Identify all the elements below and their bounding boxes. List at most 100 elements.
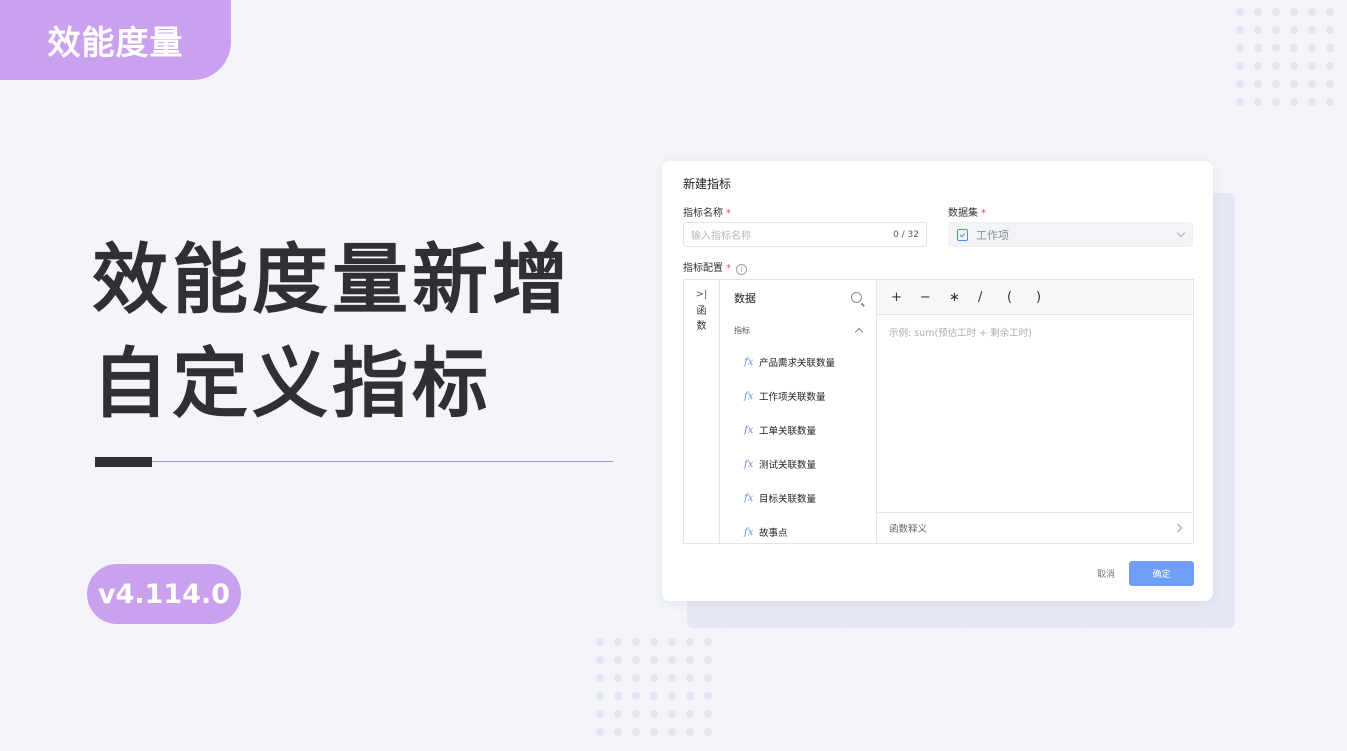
cancel-button[interactable]: 取消 — [1087, 561, 1125, 586]
decorative-dot — [596, 728, 604, 736]
data-title: 数据 — [734, 291, 756, 305]
decorative-dot — [1236, 98, 1244, 106]
decorative-dot — [1308, 62, 1316, 70]
decorative-dot — [614, 674, 622, 682]
decorative-dot — [614, 710, 622, 718]
decorative-dot — [686, 710, 694, 718]
decorative-dot — [1290, 80, 1298, 88]
metric-group-header[interactable]: 指标 — [720, 315, 876, 345]
search-icon[interactable] — [851, 292, 862, 303]
list-item[interactable]: fx 故事点 — [720, 515, 876, 549]
list-item[interactable]: fx 工作项关联数量 — [720, 379, 876, 413]
decorative-dot — [1272, 98, 1280, 106]
info-icon[interactable]: i — [736, 264, 747, 275]
operator-toolbar: + − ∗ / ( ) — [877, 280, 1193, 315]
list-item[interactable]: fx 目标关联数量 — [720, 481, 876, 515]
decorative-dot — [1308, 80, 1316, 88]
decorative-dot — [596, 674, 604, 682]
dialog-title: 新建指标 — [683, 177, 732, 191]
chevron-down-icon — [1176, 228, 1186, 238]
decorative-dot — [632, 728, 640, 736]
decorative-dot — [1308, 8, 1316, 16]
decorative-dot — [668, 692, 676, 700]
decorative-dot — [650, 710, 658, 718]
list-item-label: 工单关联数量 — [759, 426, 817, 437]
decorative-dot — [668, 674, 676, 682]
decorative-dot — [650, 728, 658, 736]
decorative-dot — [1236, 80, 1244, 88]
plus-operator-button[interactable]: + — [891, 290, 920, 305]
functions-column: >| 函数 — [684, 280, 720, 543]
decorative-dot — [596, 692, 604, 700]
function-icon: fx — [744, 492, 754, 504]
left-paren-button[interactable]: ( — [1007, 290, 1036, 305]
minus-operator-button[interactable]: − — [920, 290, 949, 305]
decorative-dot — [686, 728, 694, 736]
decorative-dot — [686, 656, 694, 664]
list-item-label: 目标关联数量 — [759, 494, 817, 505]
list-item-label: 工作项关联数量 — [759, 392, 826, 403]
decorative-dot — [1326, 8, 1334, 16]
decorative-dot — [1326, 26, 1334, 34]
decorative-dot — [704, 656, 712, 664]
divide-operator-button[interactable]: / — [978, 290, 1007, 305]
decorative-dot — [1308, 98, 1316, 106]
formula-input[interactable]: 示例: sum(预估工时 + 剩余工时) — [877, 315, 1193, 349]
decorative-dot — [1326, 98, 1334, 106]
decorative-dot — [1254, 8, 1262, 16]
function-description-label: 函数释义 — [889, 524, 928, 535]
title-line-1: 效能度量新增 — [92, 235, 572, 324]
decorative-dot — [614, 656, 622, 664]
decorative-dot — [632, 638, 640, 646]
list-item-label: 故事点 — [759, 528, 788, 539]
decorative-dot — [1236, 26, 1244, 34]
decorative-dot — [632, 656, 640, 664]
list-item-label: 产品需求关联数量 — [759, 358, 836, 369]
list-item[interactable]: fx 工单关联数量 — [720, 413, 876, 447]
decorative-dot — [596, 710, 604, 718]
version-badge: v4.114.0 — [87, 564, 241, 624]
data-column: 数据 指标 fx 产品需求关联数量 fx 工作项关联数量 fx 工单关联数量 fx 测试… — [720, 280, 877, 543]
chevron-right-icon — [1173, 523, 1183, 533]
function-description-row[interactable]: 函数释义 — [877, 512, 1193, 543]
decorative-dot — [650, 638, 658, 646]
formula-editor: + − ∗ / ( ) 示例: sum(预估工时 + 剩余工时) 函数释义 — [877, 280, 1193, 543]
decorative-dot — [1236, 44, 1244, 52]
decorative-dot — [1272, 26, 1280, 34]
page-title: 效能度量新增 自定义指标 — [92, 228, 612, 436]
decorative-dot — [686, 674, 694, 682]
required-mark: * — [981, 208, 986, 219]
dot-grid-decoration — [1236, 8, 1334, 106]
function-icon: fx — [744, 526, 754, 538]
decorative-dot — [614, 638, 622, 646]
decorative-dot — [704, 728, 712, 736]
title-line-2: 自定义指标 — [92, 339, 492, 428]
decorative-dot — [704, 674, 712, 682]
decorative-dot — [632, 710, 640, 718]
decorative-dot — [650, 674, 658, 682]
expand-functions-icon[interactable]: >| — [684, 289, 719, 300]
function-icon: fx — [744, 390, 754, 402]
functions-tab[interactable]: 函数 — [684, 304, 719, 334]
decorative-dot — [1326, 44, 1334, 52]
right-paren-button[interactable]: ) — [1036, 290, 1065, 305]
function-icon: fx — [744, 424, 754, 436]
metric-name-input[interactable]: 输入指标名称 0 / 32 — [683, 222, 927, 247]
list-item[interactable]: fx 产品需求关联数量 — [720, 345, 876, 379]
confirm-button[interactable]: 确定 — [1129, 561, 1194, 586]
multiply-operator-button[interactable]: ∗ — [949, 290, 978, 305]
decorative-dot — [1272, 44, 1280, 52]
decorative-dot — [1290, 44, 1298, 52]
list-item[interactable]: fx 测试关联数量 — [720, 447, 876, 481]
decorative-dot — [1254, 44, 1262, 52]
divider-accent — [95, 457, 152, 467]
dataset-select[interactable]: 工作项 — [948, 222, 1193, 247]
decorative-dot — [1308, 26, 1316, 34]
decorative-dot — [1272, 80, 1280, 88]
decorative-dot — [668, 656, 676, 664]
group-label: 指标 — [734, 325, 750, 335]
category-tag: 效能度量 — [0, 0, 231, 80]
decorative-dot — [614, 692, 622, 700]
decorative-dot — [614, 728, 622, 736]
chevron-up-icon — [854, 327, 864, 337]
